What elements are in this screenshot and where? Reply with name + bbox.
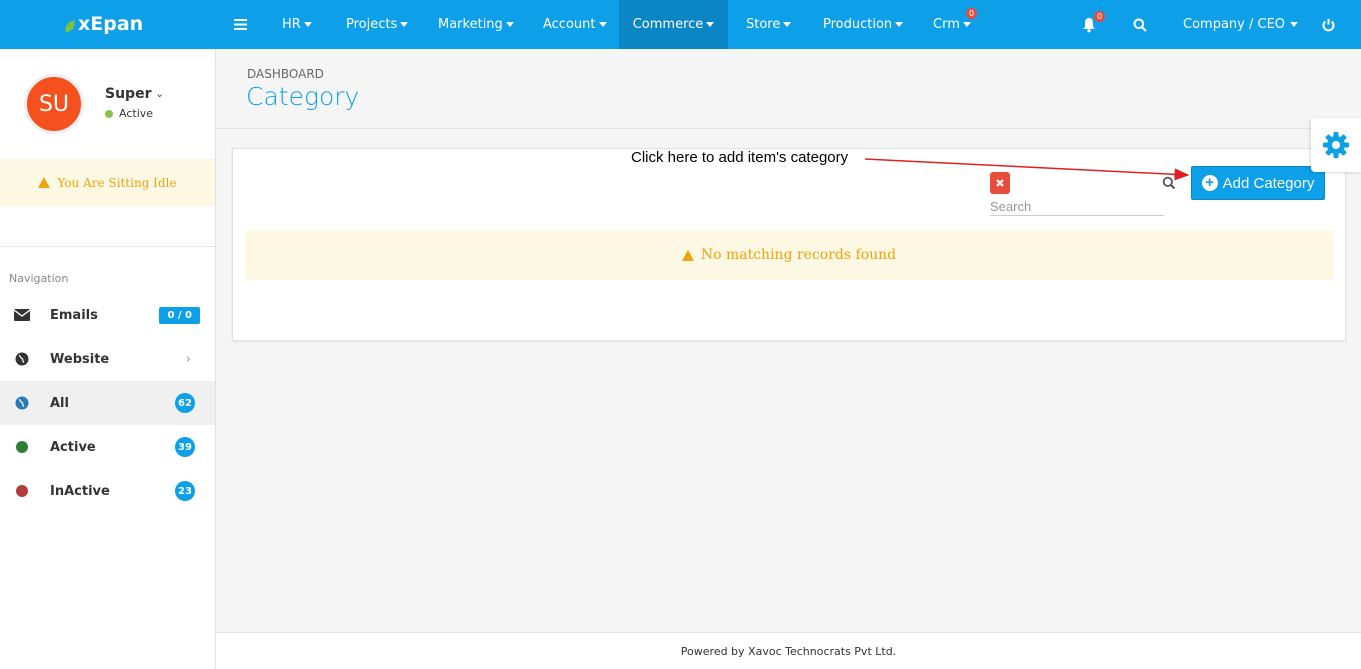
globe-icon bbox=[14, 351, 30, 367]
search-icon[interactable] bbox=[1162, 176, 1176, 190]
footer: Powered by Xavoc Technocrats Pvt Ltd. bbox=[216, 632, 1361, 669]
hamburger-menu-button[interactable] bbox=[222, 0, 258, 49]
nav-projects-label: Projects bbox=[346, 17, 398, 32]
caret-down-icon bbox=[505, 22, 514, 27]
nav-store-label: Store bbox=[746, 17, 781, 32]
user-name-dropdown[interactable]: Super ⌄ bbox=[105, 86, 164, 102]
envelope-icon bbox=[14, 307, 30, 323]
sidebar-item-active[interactable]: Active 39 bbox=[0, 425, 215, 469]
empty-state-alert: No matching records found bbox=[245, 230, 1333, 280]
globe-icon bbox=[14, 395, 30, 411]
user-name: Super bbox=[105, 86, 152, 102]
nav-commerce[interactable]: Commerce bbox=[619, 0, 728, 49]
user-status: Active bbox=[105, 107, 153, 120]
annotation-text: Click here to add item's category bbox=[631, 149, 849, 166]
search-input[interactable] bbox=[990, 197, 1164, 216]
nav-crm[interactable]: Crm 0 bbox=[933, 0, 978, 49]
warning-icon bbox=[38, 177, 51, 188]
nav-production-label: Production bbox=[823, 17, 893, 32]
nav-store[interactable]: Store bbox=[746, 0, 792, 49]
warning-icon bbox=[681, 249, 694, 261]
page-title: Category bbox=[246, 82, 360, 111]
user-menu-label: Company / CEO bbox=[1183, 17, 1286, 32]
nav-production[interactable]: Production bbox=[823, 0, 904, 49]
power-icon bbox=[1322, 18, 1335, 31]
add-category-label: Add Category bbox=[1222, 174, 1315, 192]
sidebar-item-all[interactable]: All 62 bbox=[0, 381, 215, 425]
notifications-badge: 0 bbox=[1094, 11, 1106, 22]
brand-logo[interactable]: xEpan bbox=[62, 13, 144, 35]
settings-button[interactable] bbox=[1311, 118, 1361, 172]
caret-down-icon bbox=[1290, 22, 1299, 27]
chevron-down-icon: ⌄ bbox=[155, 88, 164, 100]
top-navbar: xEpan HR Projects Marketing Account Comm… bbox=[0, 0, 1361, 49]
header-divider bbox=[216, 128, 1361, 129]
nav-account-label: Account bbox=[543, 17, 596, 32]
hamburger-icon bbox=[233, 19, 247, 30]
add-category-button[interactable]: + Add Category bbox=[1191, 166, 1325, 200]
caret-down-icon bbox=[962, 22, 971, 27]
gear-icon bbox=[1323, 132, 1349, 158]
nav-projects[interactable]: Projects bbox=[346, 0, 409, 49]
clear-search-button[interactable] bbox=[990, 172, 1010, 194]
caret-down-icon bbox=[895, 22, 904, 27]
brand-logo-text: xEpan bbox=[78, 13, 144, 35]
nav-marketing[interactable]: Marketing bbox=[438, 0, 514, 49]
caret-down-icon bbox=[303, 22, 312, 27]
avatar[interactable]: SU bbox=[24, 74, 84, 134]
sidebar-item-label: All bbox=[50, 395, 69, 411]
nav-hr-label: HR bbox=[282, 17, 301, 32]
sidebar: SU Super ⌄ Active You Are Sitting Idle N… bbox=[0, 49, 216, 669]
caret-down-icon bbox=[706, 22, 715, 27]
top-search-button[interactable] bbox=[1133, 0, 1147, 49]
all-count-badge: 62 bbox=[175, 393, 195, 413]
nav-crm-label: Crm bbox=[933, 17, 960, 32]
nav-marketing-label: Marketing bbox=[438, 17, 503, 32]
user-status-label: Active bbox=[119, 107, 154, 120]
idle-alert: You Are Sitting Idle bbox=[0, 159, 215, 206]
status-dot-icon bbox=[105, 109, 113, 118]
sidebar-item-emails[interactable]: Emails 0 / 0 bbox=[0, 293, 215, 337]
sidebar-item-label: Active bbox=[50, 439, 96, 455]
leaf-icon bbox=[62, 19, 78, 33]
sidebar-divider bbox=[0, 246, 215, 247]
sidebar-item-website[interactable]: Website › bbox=[0, 337, 215, 381]
red-circle-icon bbox=[14, 483, 30, 499]
plus-circle-icon: + bbox=[1201, 175, 1218, 191]
nav-commerce-label: Commerce bbox=[632, 17, 704, 32]
footer-text: Powered by Xavoc Technocrats Pvt Ltd. bbox=[680, 644, 897, 658]
crm-badge: 0 bbox=[966, 8, 978, 19]
nav-account[interactable]: Account bbox=[543, 0, 607, 49]
user-menu-dropdown[interactable]: Company / CEO bbox=[1183, 0, 1299, 49]
sidebar-item-label: InActive bbox=[50, 483, 110, 499]
nav-hr[interactable]: HR bbox=[282, 0, 312, 49]
breadcrumb[interactable]: DASHBOARD bbox=[247, 67, 324, 81]
idle-alert-text: You Are Sitting Idle bbox=[57, 175, 177, 190]
sidebar-item-label: Emails bbox=[50, 307, 98, 323]
search-icon bbox=[1133, 18, 1147, 32]
inactive-count-badge: 23 bbox=[175, 481, 195, 501]
logout-button[interactable] bbox=[1322, 0, 1335, 49]
sidebar-item-inactive[interactable]: InActive 23 bbox=[0, 469, 215, 513]
emails-count-badge: 0 / 0 bbox=[159, 306, 200, 324]
close-icon bbox=[996, 179, 1004, 187]
empty-state-text: No matching records found bbox=[700, 247, 897, 263]
navigation-heading: Navigation bbox=[9, 272, 69, 285]
notifications-button[interactable]: 0 bbox=[1082, 0, 1106, 49]
caret-down-icon bbox=[783, 22, 792, 27]
active-count-badge: 39 bbox=[175, 437, 195, 457]
green-circle-icon bbox=[14, 439, 30, 455]
caret-down-icon bbox=[400, 22, 409, 27]
caret-down-icon bbox=[598, 22, 607, 27]
chevron-right-icon: › bbox=[185, 351, 191, 367]
sidebar-item-label: Website bbox=[50, 351, 110, 367]
